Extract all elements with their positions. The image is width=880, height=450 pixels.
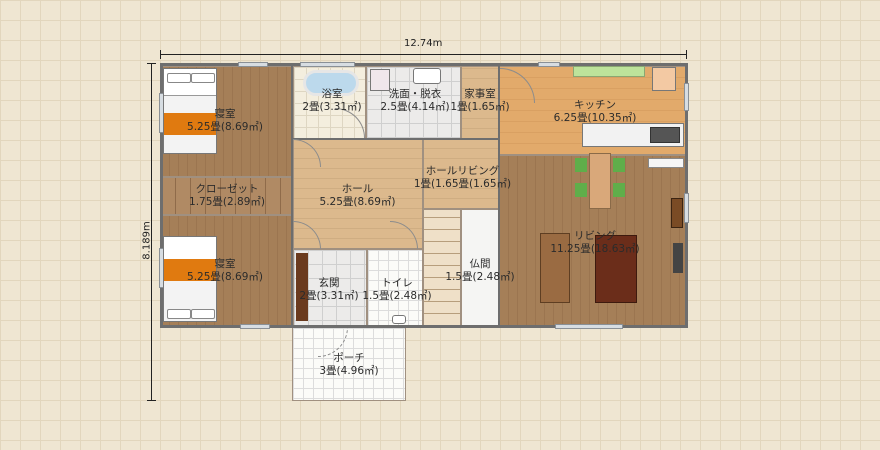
bedroom2-label: 寝室 5.25畳(8.69㎡) [180,258,270,284]
dining-chair [575,158,587,172]
bedroom2-size: 5.25畳(8.69㎡) [187,271,263,283]
utility-name: 家事室 [464,88,496,100]
toilet-label: トイレ 1.5畳(2.48㎡) [360,277,434,303]
butsuma-name: 仏間 [469,258,491,270]
toilet-name: トイレ [381,277,413,289]
entrance-label: 玄関 2畳(3.31㎡) [292,277,366,303]
hall-label: ホール 5.25畳(8.69㎡) [310,183,405,209]
floor-plan-canvas: 12.74m 8.189m ポーチ 3畳(4.96㎡) 寝室 5.25畳(8.6… [0,0,880,450]
stove [650,127,680,143]
hall-name: ホール [341,183,374,195]
height-dimension-tick-top [147,63,156,64]
hall-living-size: 1畳(1.65畳(1.65㎡) [413,178,512,190]
bedroom2-name: 寝室 [214,258,236,270]
wall-bath-hall [293,138,499,140]
living-name: リビング [574,230,616,242]
dining-chair [613,158,625,172]
hall-living-label: ホールリビング 1畳(1.65畳(1.65㎡) [405,165,520,191]
bedroom1-size: 5.25畳(8.69㎡) [187,121,263,133]
dining-chair [613,183,625,197]
butsuma-size: 1.5畳(2.48㎡) [445,271,515,283]
living-size: 11.25畳(18.63㎡) [550,243,640,255]
bath-size: 2畳(3.31㎡) [302,101,362,113]
tv [673,243,683,273]
dining-chair [575,183,587,197]
porch-name: ポーチ [333,352,365,364]
bed-pillow [191,309,215,319]
height-dimension-tick-bottom [147,400,156,401]
hall-living-name: ホールリビング [425,165,500,177]
bath-name: 浴室 [321,88,343,100]
window-bath-top [300,62,355,67]
window-living-bottom [555,324,623,329]
window-bedroom1-top [238,62,268,67]
porch-size: 3畳(4.96㎡) [319,365,379,377]
kitchen-size: 6.25畳(10.35㎡) [553,112,637,124]
refrigerator [652,67,676,91]
width-dimension-tick-right [686,50,687,59]
bed-pillow [167,73,191,83]
porch-label: ポーチ 3畳(4.96㎡) [292,352,406,378]
bed-pillow [167,309,191,319]
kitchen-upper-cabinet [573,66,645,77]
window-bedroom2-bottom [240,324,270,329]
living-label: リビング 11.25畳(18.63㎡) [545,230,645,256]
utility-size: 1畳(1.65㎡) [450,101,510,113]
width-dimension-label: 12.74m [404,38,443,49]
window-living-right [684,193,689,223]
window-kitchen-right [684,83,689,111]
closet-size: 1.75畳(2.89㎡) [189,196,265,208]
washbasin [413,68,441,84]
kitchen-name: キッチン [574,99,616,111]
washroom-label: 洗面・脱衣 2.5畳(4.14㎡) [370,88,460,114]
toilet-size: 1.5畳(2.48㎡) [362,290,432,302]
height-dimension-label: 8.189m [141,221,153,260]
bed-pillow [191,73,215,83]
washroom-size: 2.5畳(4.14㎡) [380,101,450,113]
entrance-name: 玄関 [318,277,340,289]
bath-label: 浴室 2畳(3.31㎡) [296,88,368,114]
window-kitchen-top [538,62,560,67]
kitchen-label: キッチン 6.25畳(10.35㎡) [545,99,645,125]
bedroom1-label: 寝室 5.25畳(8.69㎡) [180,108,270,134]
kitchen-shelf [648,158,684,168]
closet-name: クローゼット [195,183,259,195]
washroom-name: 洗面・脱衣 [388,88,442,100]
entrance-size: 2畳(3.31㎡) [299,290,359,302]
hall-size: 5.25畳(8.69㎡) [319,196,396,208]
width-dimension-tick-left [160,50,161,59]
closet-label: クローゼット 1.75畳(2.89㎡) [182,183,272,209]
utility-label: 家事室 1畳(1.65㎡) [450,88,510,114]
toilet-fixture [392,315,406,324]
width-dimension-line [160,54,687,55]
bedroom1-name: 寝室 [214,108,236,120]
butsuma-label: 仏間 1.5畳(2.48㎡) [440,258,520,284]
dining-table [589,153,611,209]
tv-stand [671,198,683,228]
